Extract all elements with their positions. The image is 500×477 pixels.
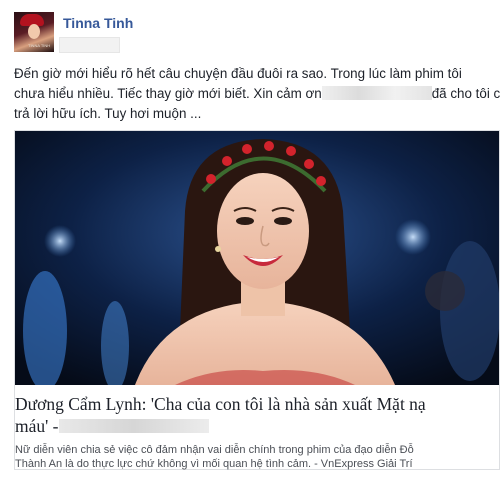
post-text-line: trả lời hữu ích. Tuy hơi muộn ... xyxy=(14,106,202,121)
redacted-source xyxy=(58,419,209,433)
facebook-post: TINNA TINH Tinna Tinh Đến giờ mới hiểu r… xyxy=(0,0,500,477)
actress-photo-illustration xyxy=(15,131,499,385)
link-card-description: Nữ diễn viên chia sẻ việc cô đảm nhận va… xyxy=(15,443,499,471)
post-text-line: Đến giờ mới hiểu rõ hết câu chuyện đầu đ… xyxy=(14,66,462,81)
shared-link-card[interactable]: Dương Cẩm Lynh: 'Cha của con tôi là nhà … xyxy=(14,130,500,470)
link-preview-image[interactable] xyxy=(15,131,499,385)
post-text-segment: chưa hiểu nhiều. Tiếc thay giờ mới biết.… xyxy=(14,86,322,101)
profile-avatar[interactable]: TINNA TINH xyxy=(14,12,54,52)
post-body-text: Đến giờ mới hiểu rõ hết câu chuyện đầu đ… xyxy=(14,64,500,124)
link-card-title[interactable]: Dương Cẩm Lynh: 'Cha của con tôi là nhà … xyxy=(15,393,485,437)
redacted-mention xyxy=(321,86,432,100)
link-title-line: máu' - xyxy=(15,416,59,436)
avatar-face-shape xyxy=(28,24,40,39)
post-timestamp-redacted xyxy=(59,37,120,53)
link-desc-line: Nữ diễn viên chia sẻ việc cô đảm nhận va… xyxy=(15,444,414,456)
link-desc-line: Thành An là do thực lực chứ không vì mối… xyxy=(15,458,413,470)
post-text-line: chưa hiểu nhiều. Tiếc thay giờ mới biết.… xyxy=(14,84,500,104)
link-title-line: Dương Cẩm Lynh: 'Cha của con tôi là nhà … xyxy=(15,394,426,414)
post-text-segment: đã cho tôi câu xyxy=(431,86,500,101)
post-author-name[interactable]: Tinna Tinh xyxy=(63,15,133,31)
avatar-label: TINNA TINH xyxy=(28,43,51,48)
